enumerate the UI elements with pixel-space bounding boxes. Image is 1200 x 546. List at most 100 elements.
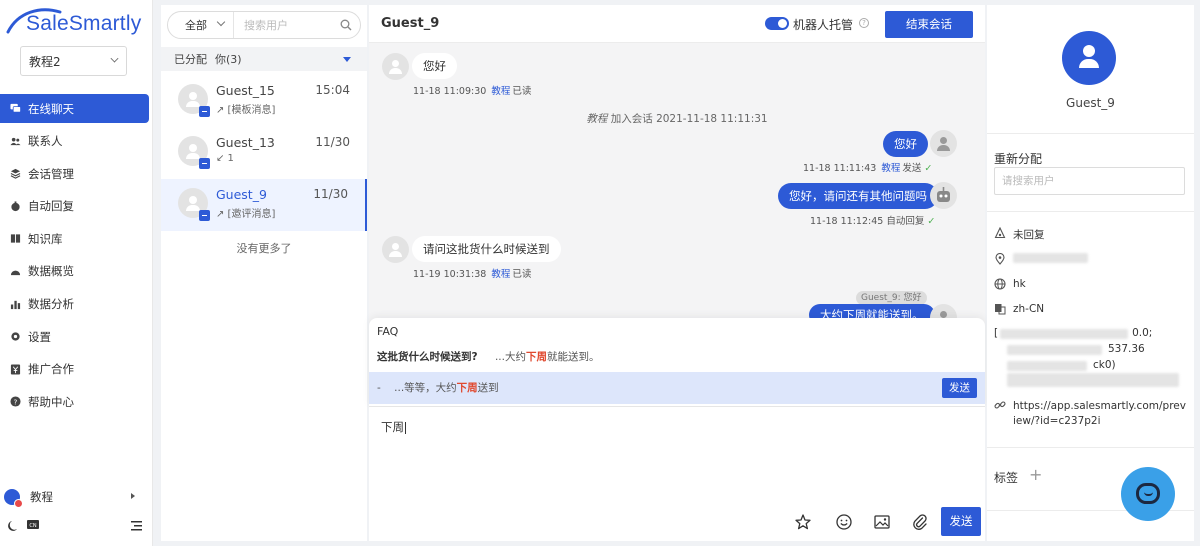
- send-button[interactable]: 发送: [941, 507, 981, 536]
- search-icon[interactable]: [340, 19, 352, 31]
- message-meta: 11-18 11:09:30 教程 已读: [413, 83, 531, 97]
- visitor-name: Guest_9: [1066, 96, 1115, 110]
- nav-item-affiliate[interactable]: 推广合作: [0, 355, 153, 384]
- nav-item-auto-reply[interactable]: 自动回复: [0, 192, 153, 221]
- conversation-list: 全部 已分配 你(3) Guest_15 15:04 ↗ [模板消息] Gues…: [161, 5, 367, 541]
- ua-bracket: [: [994, 327, 999, 339]
- redacted-user-agent: [1007, 345, 1102, 355]
- search-input[interactable]: [244, 13, 344, 37]
- message-time: 11-19 10:31:38: [413, 269, 487, 280]
- faq-question: 这批货什么时候送到?: [377, 351, 478, 363]
- faq-answer: ...大约下周就能送到。: [494, 351, 600, 363]
- conversation-filter-select[interactable]: 全部: [168, 12, 234, 38]
- notification-dot: [14, 499, 23, 508]
- conversation-time: 15:04: [315, 83, 350, 97]
- visitor-language: zh-CN: [1013, 303, 1045, 315]
- message-time: 11-18 11:11:43: [803, 163, 877, 174]
- chat-icon: [10, 103, 21, 114]
- redacted-user-agent: [1007, 373, 1179, 387]
- star-icon[interactable]: [794, 513, 812, 531]
- chat-bubble-icon: [1136, 483, 1160, 504]
- source-url[interactable]: https://app.salesmartly.com/preview/?id=…: [1013, 399, 1188, 429]
- conversation-preview: ↙ 1: [216, 153, 234, 164]
- language-badge: CN: [29, 523, 36, 529]
- footer-toolbar: CN: [8, 520, 142, 531]
- conversation-name: Guest_13: [216, 135, 275, 150]
- nav-item-settings[interactable]: 设置: [0, 322, 153, 351]
- nav-item-session-management[interactable]: 会话管理: [0, 159, 153, 188]
- faq-suggestion-highlighted[interactable]: - ...等等，大约下周送到 发送: [369, 372, 985, 404]
- avatar: [4, 489, 23, 508]
- yen-icon: [10, 364, 21, 375]
- moon-icon[interactable]: [8, 521, 17, 531]
- message-time: 11-18 11:09:30: [413, 86, 487, 97]
- conversation-item[interactable]: Guest_13 11/30 ↙ 1: [161, 127, 367, 179]
- message-agent[interactable]: 教程: [491, 269, 510, 280]
- live-chat-launcher-button[interactable]: [1121, 467, 1175, 521]
- filter-label: 全部: [185, 19, 207, 32]
- message-agent[interactable]: 教程: [881, 163, 900, 174]
- chevron-down-icon: [110, 54, 119, 63]
- nav-label: 自动回复: [28, 199, 74, 214]
- system-actor: 教程: [586, 113, 608, 125]
- end-conversation-button[interactable]: 结束会话: [885, 11, 973, 38]
- quoted-message: Guest_9: 您好: [856, 291, 927, 305]
- message-bubble-incoming: 请问这批货什么时候送到: [412, 236, 561, 262]
- message-status: 已读: [512, 86, 532, 97]
- conversation-name: Guest_9: [216, 187, 267, 202]
- faq-title: FAQ: [377, 325, 399, 338]
- faq-suggestion[interactable]: 这批货什么时候送到? ...大约下周就能送到。: [369, 345, 985, 369]
- current-user-menu[interactable]: 教程: [0, 485, 153, 509]
- faq-send-button[interactable]: 发送: [942, 378, 977, 398]
- user-agent-row: [1007, 373, 1179, 387]
- conversation-item-selected[interactable]: Guest_9 11/30 ↗ [邀评消息]: [161, 179, 367, 231]
- conversation-time: 11/30: [315, 135, 350, 149]
- workspace-label: 教程2: [29, 54, 61, 69]
- faq-dash: -: [377, 382, 381, 394]
- nav-item-live-chat[interactable]: 在线聊天: [0, 94, 149, 123]
- divider: [987, 133, 1194, 134]
- brand-logo[interactable]: SaleSmartly: [4, 6, 150, 40]
- faq-suggestions-popup: FAQ 这批货什么时候送到? ...大约下周就能送到。 - ...等等，大约下周…: [369, 318, 985, 406]
- source-url-row: https://app.salesmartly.com/preview/?id=…: [994, 399, 1188, 429]
- assigned-group-header[interactable]: 已分配 你(3): [161, 47, 367, 71]
- nav-label: 知识库: [28, 231, 63, 246]
- conversation-item[interactable]: Guest_15 15:04 ↗ [模板消息]: [161, 75, 367, 127]
- message-meta: 11-19 10:31:38 教程 已读: [413, 266, 531, 280]
- attachment-icon[interactable]: [911, 513, 929, 531]
- nav-item-data-analysis[interactable]: 数据分析: [0, 290, 153, 319]
- message-agent[interactable]: 教程: [491, 86, 510, 97]
- brand-name: SaleSmartly: [26, 12, 142, 35]
- nav-label: 推广合作: [28, 362, 74, 377]
- sidebar-footer: 教程 CN: [0, 485, 153, 531]
- gear-icon: [10, 331, 21, 342]
- gauge-icon: [10, 266, 21, 277]
- bot-avatar: [930, 182, 957, 209]
- conversation-preview: ↗ [邀评消息]: [216, 209, 276, 220]
- avatar: [382, 236, 409, 263]
- chat-header: Guest_9 机器人托管 ? 结束会话: [369, 5, 985, 43]
- nav-item-help-center[interactable]: ? 帮助中心: [0, 387, 153, 416]
- emoji-icon[interactable]: [835, 513, 853, 531]
- question-circle-icon[interactable]: ?: [859, 18, 869, 28]
- nav-item-data-overview[interactable]: 数据概览: [0, 257, 153, 286]
- collapse-menu-icon[interactable]: [131, 521, 142, 531]
- link-icon: [994, 401, 1006, 409]
- nav-item-knowledge-base[interactable]: 知识库: [0, 224, 153, 253]
- system-text: 加入会话 2021-11-18 11:11:31: [610, 113, 768, 125]
- composer-input[interactable]: 下周: [381, 419, 406, 435]
- nav-item-contacts[interactable]: 联系人: [0, 127, 153, 156]
- location-pin-icon: [995, 253, 1005, 265]
- workspace-select[interactable]: 教程2: [20, 46, 127, 76]
- image-icon[interactable]: [873, 513, 891, 531]
- add-tag-button[interactable]: +: [1029, 465, 1042, 484]
- current-user-name: 教程: [30, 490, 53, 504]
- reassign-search-input[interactable]: [994, 167, 1185, 195]
- robot-hosting-toggle[interactable]: [765, 17, 789, 30]
- message-composer[interactable]: 下周 发送: [369, 406, 985, 541]
- nav-label: 帮助中心: [28, 394, 74, 409]
- user-agent-row: ck0): [1007, 359, 1116, 371]
- status-icon: [994, 227, 1006, 239]
- conversation-search-bar: 全部: [167, 11, 361, 39]
- divider: [987, 447, 1194, 448]
